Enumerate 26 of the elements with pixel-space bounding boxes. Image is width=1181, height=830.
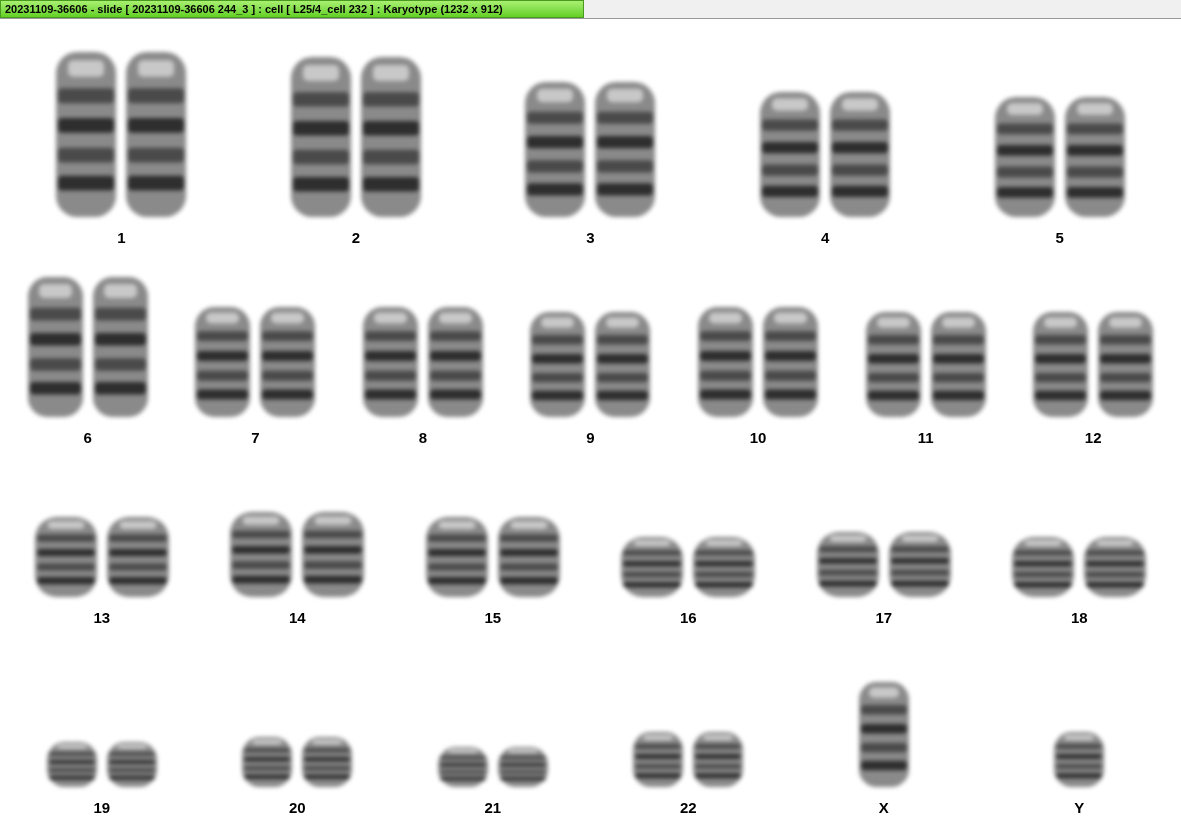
chromosome-label: 1 — [117, 227, 126, 248]
chromosome-label: 4 — [820, 227, 830, 248]
chromosome-label: 10 — [749, 427, 767, 448]
chromosome-label: 18 — [1070, 607, 1088, 628]
chromosome-label: 22 — [679, 797, 697, 818]
chromosome-label: X — [878, 797, 889, 818]
chromosome-label: 13 — [93, 607, 111, 628]
chromosome-label: 11 — [917, 427, 934, 448]
chromosome-label: 16 — [679, 607, 697, 628]
chromosome-drawing — [1052, 729, 1107, 789]
chromosome-label: 8 — [418, 427, 428, 448]
chromosome-label: 3 — [586, 227, 595, 248]
chromosome-label: 6 — [83, 427, 92, 448]
chromosome-label: 9 — [586, 427, 595, 448]
chromosome-label: 19 — [93, 797, 111, 818]
chromosome-label: 2 — [351, 227, 361, 248]
chromosome-label: Y — [1074, 797, 1085, 818]
chromosome-label: 7 — [251, 427, 260, 448]
chromosome-label: 15 — [484, 607, 502, 628]
chromosome-label: 21 — [484, 797, 502, 818]
chromosome-label: 20 — [288, 797, 306, 818]
chromosome-label: 17 — [875, 607, 893, 628]
chromosome-label: 14 — [288, 607, 306, 628]
chromosome-label: 5 — [1055, 227, 1064, 248]
chromosome-label: 12 — [1084, 427, 1102, 448]
window-title: 20231109-36606 - slide [ 20231109-36606 244_3 ] : cell [ L25/4_cell 232 ] : Karyotype (1232 x 912) — [0, 0, 584, 18]
